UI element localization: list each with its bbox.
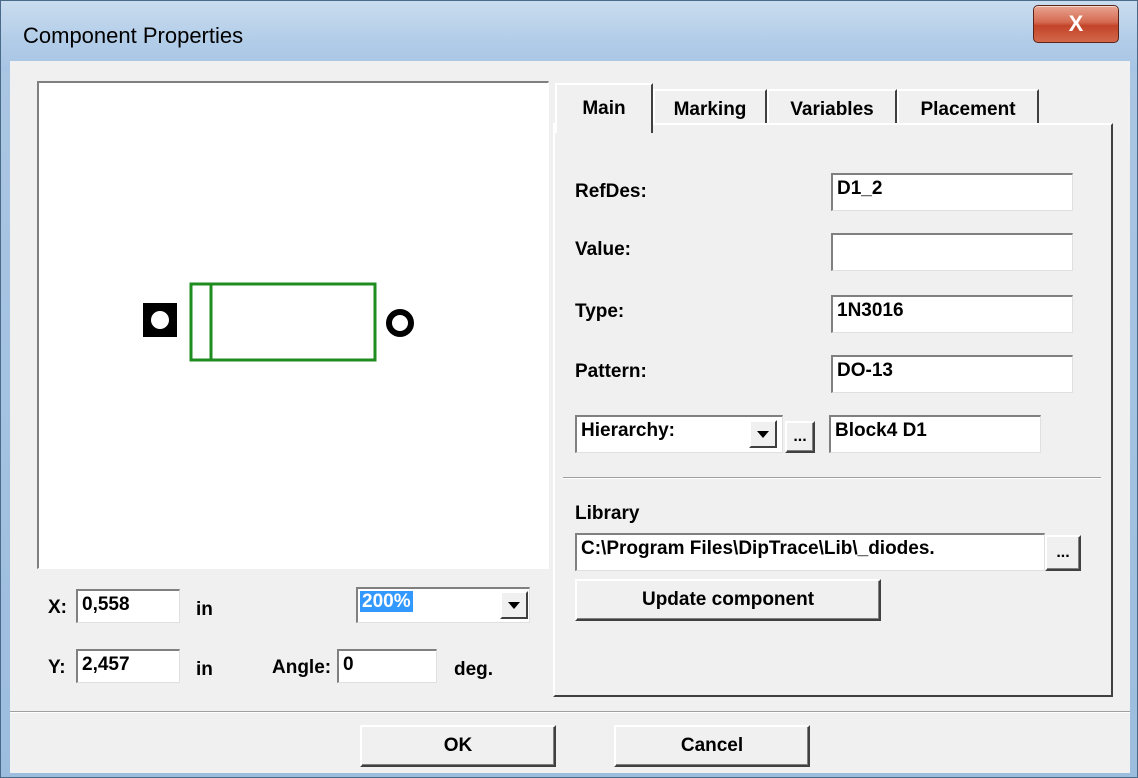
tab-variables-label: Variables: [790, 99, 874, 120]
tab-main[interactable]: Main: [555, 83, 653, 133]
type-label: Type:: [575, 301, 625, 322]
cancel-button[interactable]: Cancel: [614, 725, 810, 767]
hierarchy-browse-button[interactable]: ...: [785, 421, 815, 453]
refdes-label: RefDes:: [575, 181, 647, 202]
type-field[interactable]: 1N3016: [831, 295, 1073, 333]
component-preview[interactable]: [37, 81, 549, 569]
value-label: Value:: [575, 239, 631, 260]
dialog-body: X: 0,558 in Y: 2,457 in Angle: 0 deg. 20…: [10, 61, 1130, 773]
window-title: Component Properties: [23, 23, 244, 48]
tab-main-label: Main: [582, 98, 626, 119]
tab-marking-label: Marking: [673, 99, 747, 120]
pattern-drawing: [143, 282, 414, 362]
hierarchy-field[interactable]: Block4 D1: [829, 415, 1041, 453]
angle-unit: deg.: [454, 659, 494, 680]
angle-label: Angle:: [272, 657, 332, 678]
y-field[interactable]: 2,457: [76, 649, 180, 683]
zoom-dropdown-button[interactable]: [500, 591, 528, 619]
close-button[interactable]: X: [1033, 5, 1119, 43]
update-component-button[interactable]: Update component: [575, 579, 881, 621]
hierarchy-dropdown-button[interactable]: [749, 420, 777, 448]
library-browse-button[interactable]: ...: [1045, 535, 1081, 571]
library-path-field[interactable]: C:\Program Files\DipTrace\Lib\_diodes.: [575, 533, 1045, 571]
dialog-window: Component Properties X X: 0,558 in Y: 2,…: [0, 0, 1138, 778]
footer-divider: [10, 711, 1130, 713]
tab-panel-main: RefDes: D1_2 Value: Type: 1N3016 Pattern…: [553, 123, 1113, 697]
tab-placement-label: Placement: [920, 99, 1016, 120]
close-icon: X: [1068, 11, 1084, 36]
ok-button[interactable]: OK: [360, 725, 556, 767]
refdes-field[interactable]: D1_2: [831, 173, 1073, 211]
angle-field[interactable]: 0: [337, 649, 437, 683]
x-field[interactable]: 0,558: [76, 589, 180, 623]
divider: [563, 477, 1101, 479]
y-label: Y:: [48, 657, 66, 678]
chevron-down-icon: [508, 601, 520, 609]
value-field[interactable]: [831, 233, 1073, 271]
body-outline: [189, 282, 377, 362]
pad-1-hole: [151, 311, 169, 329]
chevron-down-icon: [757, 430, 769, 438]
pattern-field[interactable]: DO-13: [831, 355, 1073, 393]
x-unit: in: [196, 599, 213, 620]
pad-2-round: [386, 309, 414, 337]
y-unit: in: [196, 659, 213, 680]
x-label: X:: [48, 597, 67, 618]
zoom-value: 200%: [360, 591, 413, 612]
pattern-label: Pattern:: [575, 361, 647, 382]
hierarchy-select-value: Hierarchy:: [581, 420, 675, 441]
library-label: Library: [575, 503, 640, 524]
